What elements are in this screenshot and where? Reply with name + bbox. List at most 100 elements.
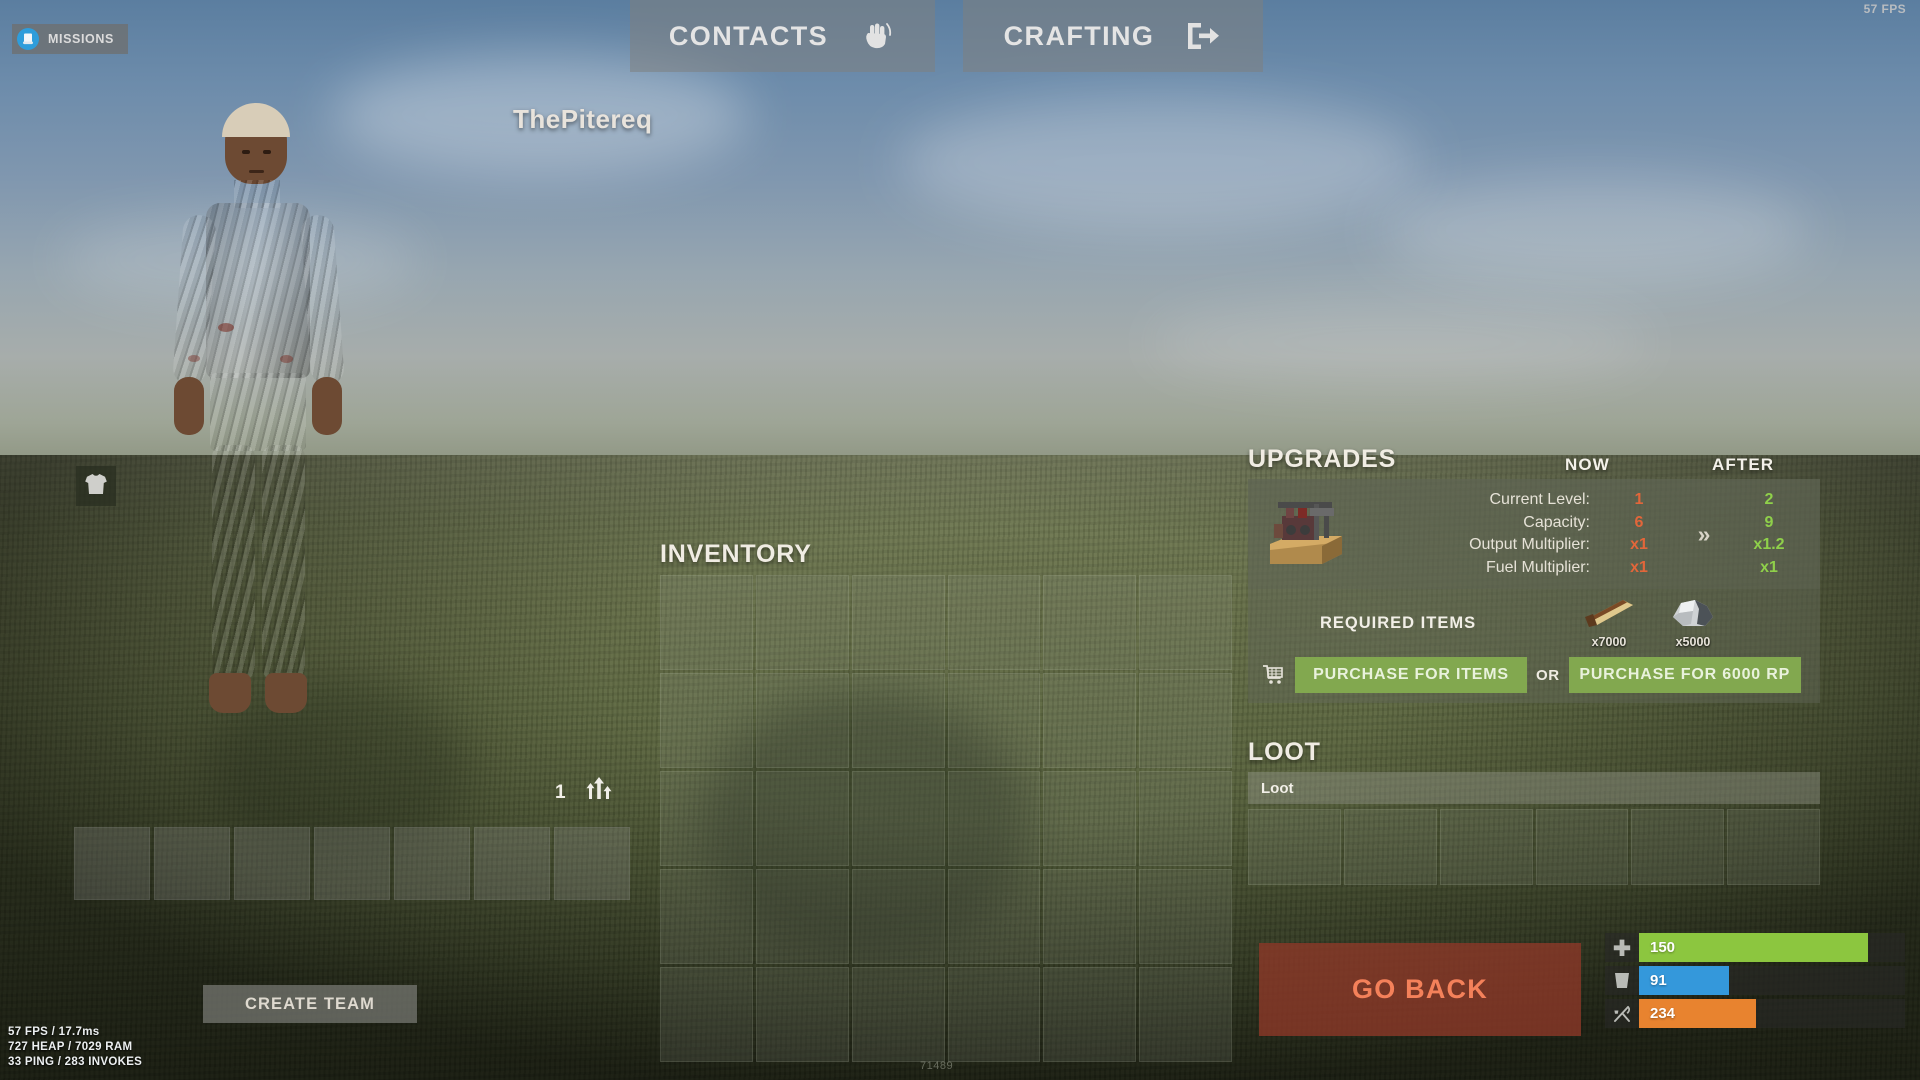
inventory-grid[interactable] [660,575,1232,1062]
tshirt-icon [84,473,108,500]
waving-hand-icon [854,15,896,57]
status-bars: 150 91 234 [1605,933,1905,1028]
tab-crafting[interactable]: CRAFTING [963,0,1263,72]
stat-label: Output Multiplier: [1469,536,1590,553]
create-team-button[interactable]: CREATE TEAM [203,985,417,1023]
hotbar-slot[interactable] [394,827,470,900]
inventory-slot[interactable] [851,673,945,768]
required-item: x7000 [1580,597,1638,649]
inventory-slot[interactable] [851,967,945,1062]
inventory-panel: INVENTORY [660,540,1232,1062]
inventory-slot[interactable] [755,575,849,670]
inventory-slot[interactable] [1043,575,1137,670]
inventory-slot[interactable] [1043,771,1137,866]
hotbar-slot[interactable] [474,827,550,900]
cloud [1150,300,1650,385]
upgrades-title: UPGRADES [1248,445,1397,473]
loot-slot[interactable] [1535,809,1629,885]
hunger-track: 234 [1639,999,1905,1028]
inventory-slot[interactable] [1139,575,1232,670]
inventory-slot[interactable] [947,771,1041,866]
stat-now-value: x1 [1630,558,1648,576]
tab-contacts-label: CONTACTS [668,20,829,51]
loot-slot[interactable] [1727,809,1820,885]
status-bar-thirst: 91 [1605,966,1905,995]
purchase-for-rp-button[interactable]: PURCHASE FOR 6000 RP [1568,657,1801,693]
upgrade-stat-labels: Current Level: Capacity: Output Multipli… [1352,489,1600,579]
column-header-after: AFTER [1712,455,1775,474]
inventory-slot[interactable] [1043,967,1137,1062]
upgrade-now-values: 1 6 x1 x1 [1600,489,1678,579]
loot-slot[interactable] [1248,809,1341,885]
missions-button[interactable]: MISSIONS [12,24,128,54]
missions-label: MISSIONS [48,32,114,46]
inventory-slot[interactable] [1043,673,1137,768]
scroll-icon [17,28,39,50]
loot-slot[interactable] [1439,809,1533,885]
fps-counter-top: 57 FPS [1863,2,1906,16]
inventory-slot[interactable] [1139,967,1232,1062]
inventory-slot[interactable] [660,673,753,768]
hotbar-slot[interactable] [74,827,150,900]
required-item-count: x5000 [1675,635,1711,649]
or-label: OR [1536,666,1560,684]
required-items-panel: REQUIRED ITEMS x7000 x5000 [1248,589,1820,657]
inventory-slot[interactable] [947,869,1041,964]
inventory-slot[interactable] [1139,673,1232,768]
hotbar-slot[interactable] [314,827,390,900]
inventory-slot[interactable] [851,575,945,670]
hotbar[interactable] [74,827,630,900]
upgrade-after-values: 2 9 x1.2 x1 [1730,489,1808,579]
inventory-slot[interactable] [851,771,945,866]
inventory-slot[interactable] [755,771,849,866]
inventory-slot[interactable] [755,967,849,1062]
glass-icon [1605,971,1639,991]
player-character-model [130,55,430,815]
double-chevron-right-icon: » [1697,520,1711,547]
inventory-slot[interactable] [1043,869,1137,964]
upgrades-panel: UPGRADES Current Level: Capacity: Output… [1248,445,1820,703]
exit-arrow-icon [1180,15,1222,57]
health-fill: 150 [1639,933,1868,962]
player-name: ThePitereq [513,104,653,134]
stat-label: Current Level: [1489,491,1591,508]
loot-title: LOOT [1248,738,1321,766]
stat-after-value: 2 [1764,491,1774,508]
hunger-fill: 234 [1639,999,1757,1028]
armor-value: 1 [555,781,566,803]
purchase-for-items-button[interactable]: PURCHASE FOR ITEMS [1295,657,1527,693]
equipment-slot-shirt[interactable] [76,466,116,506]
stat-label: Capacity: [1523,513,1590,531]
inventory-slot[interactable] [947,575,1041,670]
hotbar-slot[interactable] [234,827,310,900]
inventory-slot[interactable] [660,575,753,670]
stone-ore-icon [1667,600,1719,633]
inventory-slot[interactable] [660,771,753,866]
loot-container-label[interactable]: Loot [1248,772,1820,804]
go-back-button[interactable]: GO BACK [1259,943,1581,1036]
purchase-row: PURCHASE FOR ITEMS OR PURCHASE FOR 6000 … [1248,657,1820,703]
cloud [900,95,1420,230]
inventory-slot[interactable] [1139,869,1232,964]
inventory-slot[interactable] [755,869,849,964]
hotbar-slot[interactable] [154,827,230,900]
stat-after-value: x1 [1760,558,1778,576]
inventory-slot[interactable] [660,869,753,964]
inventory-slot[interactable] [947,967,1041,1062]
inventory-slot[interactable] [660,967,753,1062]
debug-fps-line: 57 FPS / 17.7ms [8,1026,100,1038]
inventory-slot[interactable] [1139,771,1232,866]
column-header-now: NOW [1565,455,1610,474]
inventory-slot[interactable] [947,673,1041,768]
loot-slot[interactable] [1631,809,1725,885]
inventory-slot[interactable] [851,869,945,964]
loot-grid[interactable] [1248,809,1820,885]
inventory-slot[interactable] [755,673,849,768]
health-track: 150 [1639,933,1905,962]
cloud [1380,175,1810,285]
stat-label: Fuel Multiplier: [1485,558,1590,576]
loot-slot[interactable] [1343,809,1437,885]
three-arrows-up-icon [584,775,614,810]
hotbar-slot[interactable] [554,827,630,900]
tab-contacts[interactable]: CONTACTS [630,0,935,72]
